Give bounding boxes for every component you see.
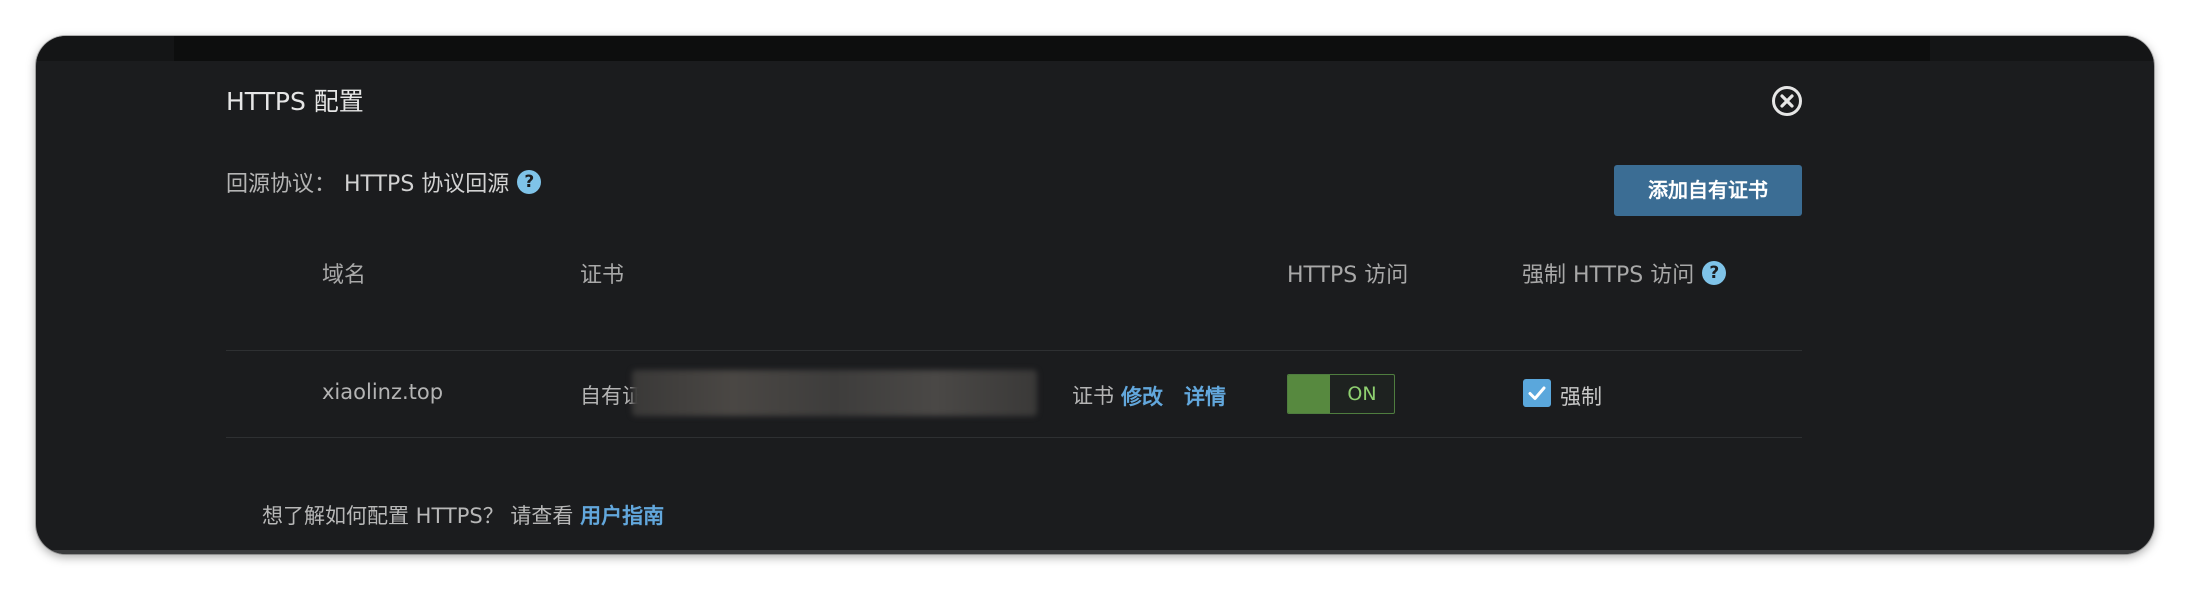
question-circle-icon[interactable]: ? [517, 170, 542, 194]
footer-text: 想了解如何配置 HTTPS？ 请查看 [262, 504, 574, 528]
help-footer: 想了解如何配置 HTTPS？ 请查看 用户指南 [262, 500, 664, 530]
https-access-toggle[interactable]: ON [1287, 374, 1395, 414]
close-circle-icon [1772, 86, 1802, 116]
toggle-knob [1288, 375, 1330, 413]
origin-protocol-value: HTTPS 协议回源 [344, 172, 510, 197]
force-https-label: 强制 [1560, 385, 1602, 409]
origin-protocol-row: 回源协议： HTTPS 协议回源 ? [226, 166, 542, 198]
certificate-suffix: 证书 [1072, 384, 1114, 408]
dialog-top-strip-inner [174, 36, 1930, 61]
column-header-certificate: 证书 [580, 263, 625, 288]
domain-cell: xiaolinz.top [322, 380, 444, 404]
add-own-certificate-button[interactable]: 添加自有证书 [1614, 165, 1802, 216]
dialog-bottom-edge [36, 550, 2154, 554]
user-guide-link[interactable]: 用户指南 [580, 504, 664, 528]
certificate-detail-link[interactable]: 详情 [1184, 381, 1226, 411]
close-button[interactable] [1771, 85, 1803, 117]
column-header-https-access: HTTPS 访问 [1287, 263, 1409, 288]
origin-protocol-label: 回源协议： [226, 172, 337, 197]
edit-certificate-link[interactable]: 修改 [1121, 381, 1163, 411]
dialog-top-strip [36, 36, 2154, 61]
dialog-title: HTTPS 配置 [226, 87, 364, 116]
column-header-domain: 域名 [322, 263, 367, 288]
table-row-divider [226, 437, 1802, 438]
toggle-state-label: ON [1347, 383, 1377, 405]
column-header-force-https-label: 强制 HTTPS 访问 [1522, 263, 1695, 288]
redacted-certificate-name [632, 370, 1037, 416]
table-header-divider [226, 350, 1802, 351]
question-circle-icon[interactable]: ? [1702, 261, 1727, 285]
column-header-force-https: 强制 HTTPS 访问 ? [1522, 257, 1727, 289]
force-https-checkbox[interactable] [1523, 379, 1551, 407]
checkmark-icon [1528, 386, 1546, 400]
